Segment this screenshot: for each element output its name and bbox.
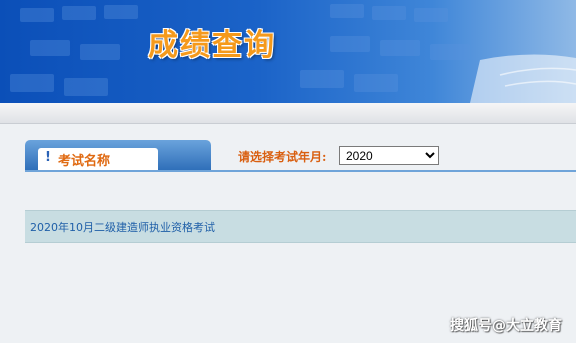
year-month-select[interactable]: 2020 [339, 146, 439, 165]
tab-exam-name[interactable]: ! 考试名称 [25, 140, 211, 170]
header-divider [0, 103, 576, 124]
keyboard-background-image [10, 4, 576, 103]
exam-link[interactable]: 2020年10月二级建造师执业资格考试 [30, 219, 215, 235]
tab-label: 考试名称 [58, 154, 111, 169]
watermark-text: 搜狐号@大立教育 [450, 318, 562, 334]
year-month-label: 请选择考试年月: [238, 150, 327, 164]
exclamation-icon: ! [45, 150, 51, 165]
tab-underline [25, 170, 576, 172]
tab-label-box: ! 考试名称 [38, 148, 158, 170]
header-banner: 成绩查询 [0, 0, 576, 103]
page-title: 成绩查询 [148, 28, 276, 63]
exam-row: 2020年10月二级建造师执业资格考试 [25, 210, 576, 243]
